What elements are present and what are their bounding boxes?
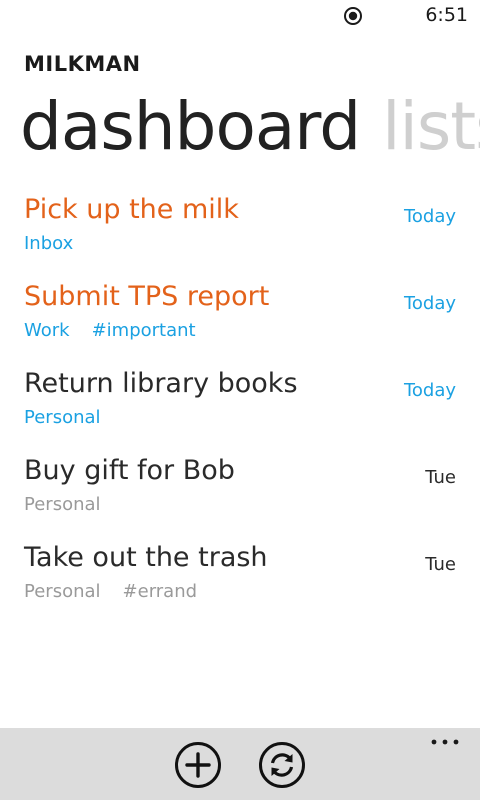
task-item[interactable]: Buy gift for Bob Personal Tue (0, 447, 480, 534)
ellipsis-icon[interactable] (430, 732, 460, 752)
task-item[interactable]: Take out the trash Personal #errand Tue (0, 534, 480, 621)
task-title: Buy gift for Bob (24, 455, 235, 486)
screen: 6:51 MILKMAN dashboard lists Pick up the … (0, 0, 480, 800)
task-item[interactable]: Submit TPS report Work #important Today (0, 273, 480, 360)
sync-button[interactable] (258, 741, 306, 789)
task-list-name: Personal (24, 407, 101, 428)
task-tag: #important (91, 320, 196, 341)
task-due: Tue (425, 554, 456, 575)
task-due: Today (403, 380, 456, 401)
task-due: Today (403, 206, 456, 227)
add-button[interactable] (174, 741, 222, 789)
task-title: Pick up the milk (24, 194, 239, 225)
task-tag: #errand (122, 581, 198, 602)
task-list-name: Personal (24, 494, 101, 515)
task-list: Pick up the milk Inbox Today Submit TPS … (0, 186, 480, 621)
location-target-icon (344, 7, 362, 25)
pivot-item-lists[interactable]: lists (382, 88, 480, 165)
task-due: Today (403, 293, 456, 314)
task-title: Submit TPS report (24, 281, 270, 312)
pivot-header: dashboard lists (20, 84, 480, 170)
task-list-name: Personal (24, 581, 101, 602)
task-item[interactable]: Pick up the milk Inbox Today (0, 186, 480, 273)
task-meta: Work #important (24, 320, 196, 341)
task-item[interactable]: Return library books Personal Today (0, 360, 480, 447)
task-due: Tue (425, 467, 456, 488)
task-list-name: Work (24, 320, 70, 341)
sync-circle-icon (259, 742, 305, 788)
app-bar (0, 728, 480, 800)
app-title: MILKMAN (24, 52, 141, 76)
pivot-item-dashboard[interactable]: dashboard (20, 88, 361, 165)
task-title: Take out the trash (24, 542, 268, 573)
task-list-name: Inbox (24, 233, 74, 254)
status-time: 6:51 (425, 4, 468, 26)
task-meta: Personal #errand (24, 581, 197, 602)
plus-circle-icon (175, 742, 221, 788)
task-title: Return library books (24, 368, 298, 399)
task-meta: Inbox (24, 233, 73, 254)
task-meta: Personal (24, 407, 101, 428)
task-meta: Personal (24, 494, 101, 515)
status-bar: 6:51 (0, 0, 480, 32)
